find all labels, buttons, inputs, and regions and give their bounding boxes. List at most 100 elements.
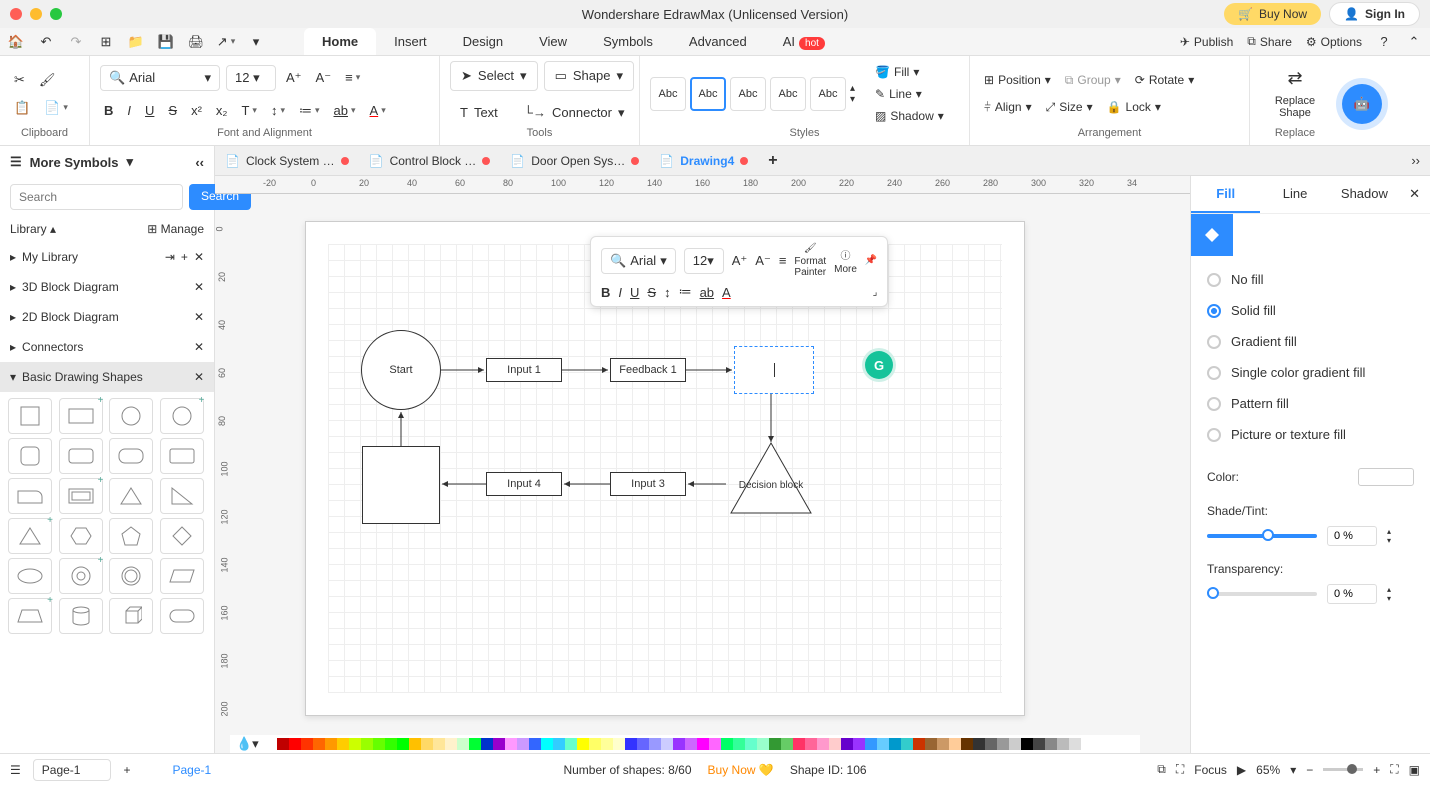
palette-color[interactable]: [889, 738, 901, 750]
float-text-direction-icon[interactable]: ab: [700, 285, 714, 300]
chevron-down-icon[interactable]: ▾: [127, 154, 134, 170]
fit-icon[interactable]: ⛶: [1176, 762, 1184, 777]
float-line-spacing-icon[interactable]: ↕: [664, 285, 671, 300]
palette-color[interactable]: [361, 738, 373, 750]
palette-color[interactable]: [1069, 738, 1081, 750]
float-format-painter[interactable]: 🖌Format Painter: [794, 243, 826, 278]
palette-color[interactable]: [901, 738, 913, 750]
style-preset-4[interactable]: Abc: [770, 77, 806, 111]
underline-button[interactable]: U: [141, 99, 158, 122]
float-size-select[interactable]: 12▾: [684, 248, 724, 274]
shape-rounded-rect-3[interactable]: [160, 438, 204, 474]
shape-triangle-2[interactable]: +: [8, 518, 52, 554]
lock-dropdown[interactable]: 🔒Lock▾: [1103, 98, 1165, 116]
presentation-icon[interactable]: ▶: [1237, 763, 1246, 777]
palette-color[interactable]: [793, 738, 805, 750]
text-effects-button[interactable]: T: [237, 99, 260, 122]
buy-now-link[interactable]: Buy Now 💛: [708, 763, 774, 777]
shape-pill[interactable]: [160, 598, 204, 634]
palette-color[interactable]: [313, 738, 325, 750]
float-font-color-icon[interactable]: A: [722, 285, 731, 300]
tab-symbols[interactable]: Symbols: [585, 28, 671, 55]
palette-color[interactable]: [697, 738, 709, 750]
bold-button[interactable]: B: [100, 99, 117, 122]
palette-color[interactable]: [517, 738, 529, 750]
maximize-window-icon[interactable]: [50, 8, 62, 20]
doc-tab-1[interactable]: 📄Control Block …: [359, 150, 501, 172]
italic-button[interactable]: I: [123, 99, 135, 122]
shape-rectangle[interactable]: +: [59, 398, 103, 434]
palette-color[interactable]: [373, 738, 385, 750]
palette-color[interactable]: [589, 738, 601, 750]
shape-rounded-rect-2[interactable]: [109, 438, 153, 474]
style-preset-1[interactable]: Abc: [650, 77, 686, 111]
fill-option-pattern[interactable]: Pattern fill: [1207, 388, 1414, 419]
palette-color[interactable]: [481, 738, 493, 750]
home-icon[interactable]: 🏠: [8, 34, 24, 50]
float-italic-button[interactable]: I: [618, 285, 622, 300]
palette-color[interactable]: [457, 738, 469, 750]
palette-color[interactable]: [649, 738, 661, 750]
fill-option-gradient[interactable]: Gradient fill: [1207, 326, 1414, 357]
shade-slider[interactable]: [1207, 534, 1317, 538]
fill-option-single-gradient[interactable]: Single color gradient fill: [1207, 357, 1414, 388]
shape-rounded-square[interactable]: [8, 438, 52, 474]
font-size-select[interactable]: 12 ▾: [226, 65, 276, 91]
float-decrease-font-icon[interactable]: A⁻: [755, 253, 771, 269]
text-direction-button[interactable]: ab: [330, 99, 360, 122]
symbols-menu-icon[interactable]: ☰: [10, 154, 22, 170]
export-icon[interactable]: ↗: [218, 34, 234, 50]
palette-color[interactable]: [565, 738, 577, 750]
add-icon[interactable]: +: [181, 250, 188, 264]
more-symbols-label[interactable]: More Symbols: [30, 155, 119, 170]
tabs-overflow-icon[interactable]: ››: [1401, 153, 1430, 168]
shape-square[interactable]: [8, 398, 52, 434]
bullets-button[interactable]: ≔: [295, 99, 324, 123]
manage-button[interactable]: ⊞ Manage: [147, 222, 204, 236]
text-tool[interactable]: TText: [450, 99, 508, 126]
paste-button[interactable]: 📄: [40, 96, 72, 120]
palette-color[interactable]: [613, 738, 625, 750]
minimize-window-icon[interactable]: [30, 8, 42, 20]
palette-color[interactable]: [805, 738, 817, 750]
palette-color[interactable]: [409, 738, 421, 750]
palette-color[interactable]: [445, 738, 457, 750]
palette-color[interactable]: [397, 738, 409, 750]
palette-color[interactable]: [637, 738, 649, 750]
palette-color[interactable]: [709, 738, 721, 750]
undo-icon[interactable]: ↶: [38, 34, 54, 50]
style-preset-2[interactable]: Abc: [690, 77, 726, 111]
palette-color[interactable]: [769, 738, 781, 750]
palette-color[interactable]: [937, 738, 949, 750]
palette-color[interactable]: [577, 738, 589, 750]
palette-color[interactable]: [925, 738, 937, 750]
shape-double-circle[interactable]: [109, 558, 153, 594]
doc-tab-0[interactable]: 📄Clock System …: [215, 150, 359, 172]
page-tab[interactable]: Page-1: [172, 763, 211, 777]
palette-color[interactable]: [949, 738, 961, 750]
palette-color[interactable]: [961, 738, 973, 750]
copy-button[interactable]: 📋: [10, 96, 34, 120]
more-menu-icon[interactable]: ▾: [248, 34, 264, 50]
shape-tool[interactable]: ▭Shape▾: [544, 61, 634, 91]
float-more[interactable]: ⓘMore: [834, 247, 857, 275]
shape-input4[interactable]: Input 4: [486, 472, 562, 496]
palette-color[interactable]: [733, 738, 745, 750]
help-icon[interactable]: ?: [1376, 34, 1392, 50]
palette-color[interactable]: [829, 738, 841, 750]
shape-pentagon[interactable]: [109, 518, 153, 554]
shape-feedback1[interactable]: Feedback 1: [610, 358, 686, 382]
float-underline-button[interactable]: U: [630, 285, 639, 300]
palette-color[interactable]: [1033, 738, 1045, 750]
shape-parallelogram[interactable]: [160, 558, 204, 594]
zoom-in-button[interactable]: +: [1373, 763, 1380, 777]
float-font-select[interactable]: 🔍Arial▾: [601, 248, 676, 274]
float-strikethrough-button[interactable]: S: [647, 285, 656, 300]
shadow-dropdown[interactable]: ▨Shadow▾: [871, 107, 948, 125]
fill-option-none[interactable]: No fill: [1207, 264, 1414, 295]
palette-color[interactable]: [841, 738, 853, 750]
fill-dropdown[interactable]: 🪣Fill▾: [871, 63, 948, 81]
open-icon[interactable]: 📁: [128, 34, 144, 50]
right-tab-shadow[interactable]: Shadow: [1330, 176, 1399, 213]
buy-now-button[interactable]: 🛒 Buy Now: [1224, 3, 1321, 25]
